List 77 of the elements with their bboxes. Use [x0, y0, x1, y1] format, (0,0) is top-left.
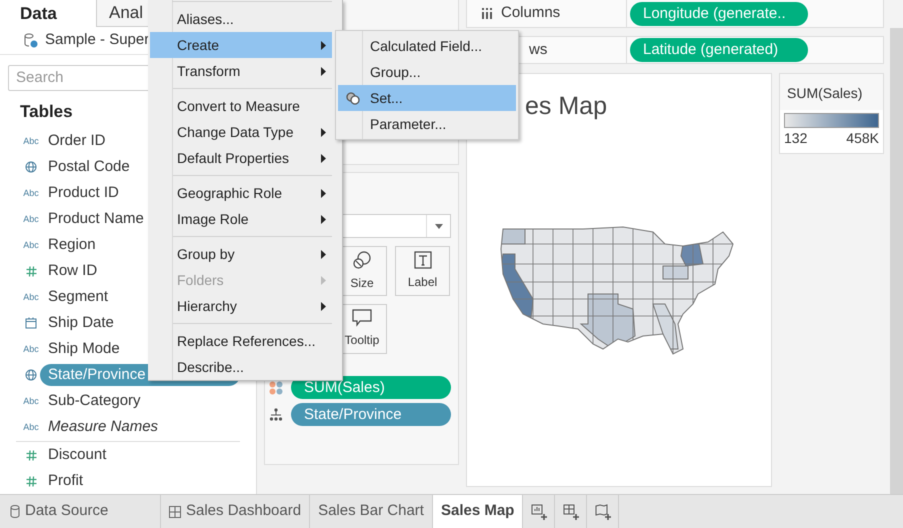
globe-icon	[25, 369, 37, 381]
caret-icon	[321, 154, 326, 162]
caret-icon	[321, 66, 326, 76]
type-label: Abc	[23, 214, 39, 224]
scrollbar[interactable]	[890, 28, 903, 494]
new-story-icon	[594, 504, 611, 520]
dropdown-caret-icon	[434, 224, 442, 228]
sheet-tab[interactable]: Data Source	[0, 495, 161, 528]
caret-icon	[321, 250, 326, 258]
menu-item[interactable]: Geographic Role	[150, 180, 332, 206]
legend-min: 132	[784, 129, 808, 148]
globe-icon	[25, 161, 37, 173]
caret-icon	[321, 188, 326, 198]
datasource-name[interactable]: Sample - Super	[45, 28, 150, 52]
menu-item[interactable]: Group by	[150, 241, 332, 267]
view-title: es Map	[524, 91, 608, 122]
legend-max: 458K	[846, 129, 879, 148]
type-label: Abc	[23, 136, 39, 146]
database-check-icon	[24, 32, 38, 48]
type-label: Abc	[23, 240, 39, 250]
menu-item[interactable]: Replace References...	[150, 328, 332, 354]
calendar-icon	[25, 317, 37, 329]
caret-icon	[321, 214, 326, 224]
type-label: Abc	[23, 292, 39, 302]
field-item[interactable]: Ship Mode	[40, 338, 128, 360]
menu-item[interactable]: Calculated Field...	[338, 33, 516, 59]
type-label: Abc	[23, 188, 39, 198]
caret-icon	[321, 276, 326, 284]
sheet-tab[interactable]: Sales Dashboard	[161, 495, 310, 528]
field-item[interactable]: Profit	[40, 470, 92, 492]
type-label: Abc	[23, 396, 39, 406]
text-icon	[414, 251, 432, 269]
new-worksheet-icon	[530, 504, 547, 520]
new-dashboard-icon	[562, 504, 579, 520]
columns-icon	[481, 8, 493, 19]
field-item[interactable]: Discount	[40, 444, 114, 466]
mark-property-button[interactable]: Label	[395, 246, 450, 296]
overlapping-circles-icon	[346, 92, 360, 104]
database-icon	[10, 505, 20, 518]
type-label: Abc	[23, 422, 39, 432]
hash-icon	[26, 266, 36, 276]
speech-bubble-icon	[352, 309, 372, 327]
field-item[interactable]: Segment	[40, 286, 116, 308]
menu-item[interactable]: Convert to Measure	[150, 93, 332, 119]
shelf-label: Columns	[501, 3, 560, 24]
sheet-tab[interactable]: Sales Map	[432, 495, 524, 528]
color-dots-icon	[269, 380, 283, 394]
caret-icon	[321, 40, 326, 50]
shelf-label: ws	[528, 40, 548, 60]
grid-icon	[169, 506, 181, 518]
field-item[interactable]: Measure Names	[40, 416, 166, 438]
menu-item[interactable]: Hierarchy	[150, 293, 332, 319]
hash-icon	[26, 450, 36, 460]
type-label: Abc	[23, 344, 39, 354]
field-item[interactable]: Row ID	[40, 260, 106, 282]
menu-item[interactable]: Set...	[338, 85, 516, 111]
field-item[interactable]: Sub-Category	[40, 390, 149, 412]
sidebar-tab[interactable]: Data	[0, 0, 96, 26]
menu-item[interactable]: Change Data Type	[150, 119, 332, 145]
field-item[interactable]: Order ID	[40, 130, 114, 152]
field-item[interactable]: Product Name	[40, 208, 152, 230]
menu-item[interactable]: Group...	[338, 59, 516, 85]
caret-icon	[321, 302, 326, 310]
field-item[interactable]: Ship Date	[40, 312, 122, 334]
circles-icon	[352, 250, 372, 270]
menu-item[interactable]: Image Role	[150, 206, 332, 232]
field-item[interactable]: Product ID	[40, 182, 127, 204]
legend-title: SUM(Sales)	[780, 74, 883, 110]
section-heading: Tables	[20, 100, 73, 122]
menu-item[interactable]: Default Properties	[150, 145, 332, 171]
hash-icon	[26, 476, 36, 486]
field-item[interactable]: Region	[40, 234, 104, 256]
menu-item[interactable]: Parameter...	[338, 111, 516, 137]
menu-item[interactable]: Create	[150, 32, 332, 58]
field-item[interactable]: Postal Code	[40, 156, 138, 178]
hierarchy-icon	[269, 408, 283, 422]
caret-icon	[321, 128, 326, 136]
